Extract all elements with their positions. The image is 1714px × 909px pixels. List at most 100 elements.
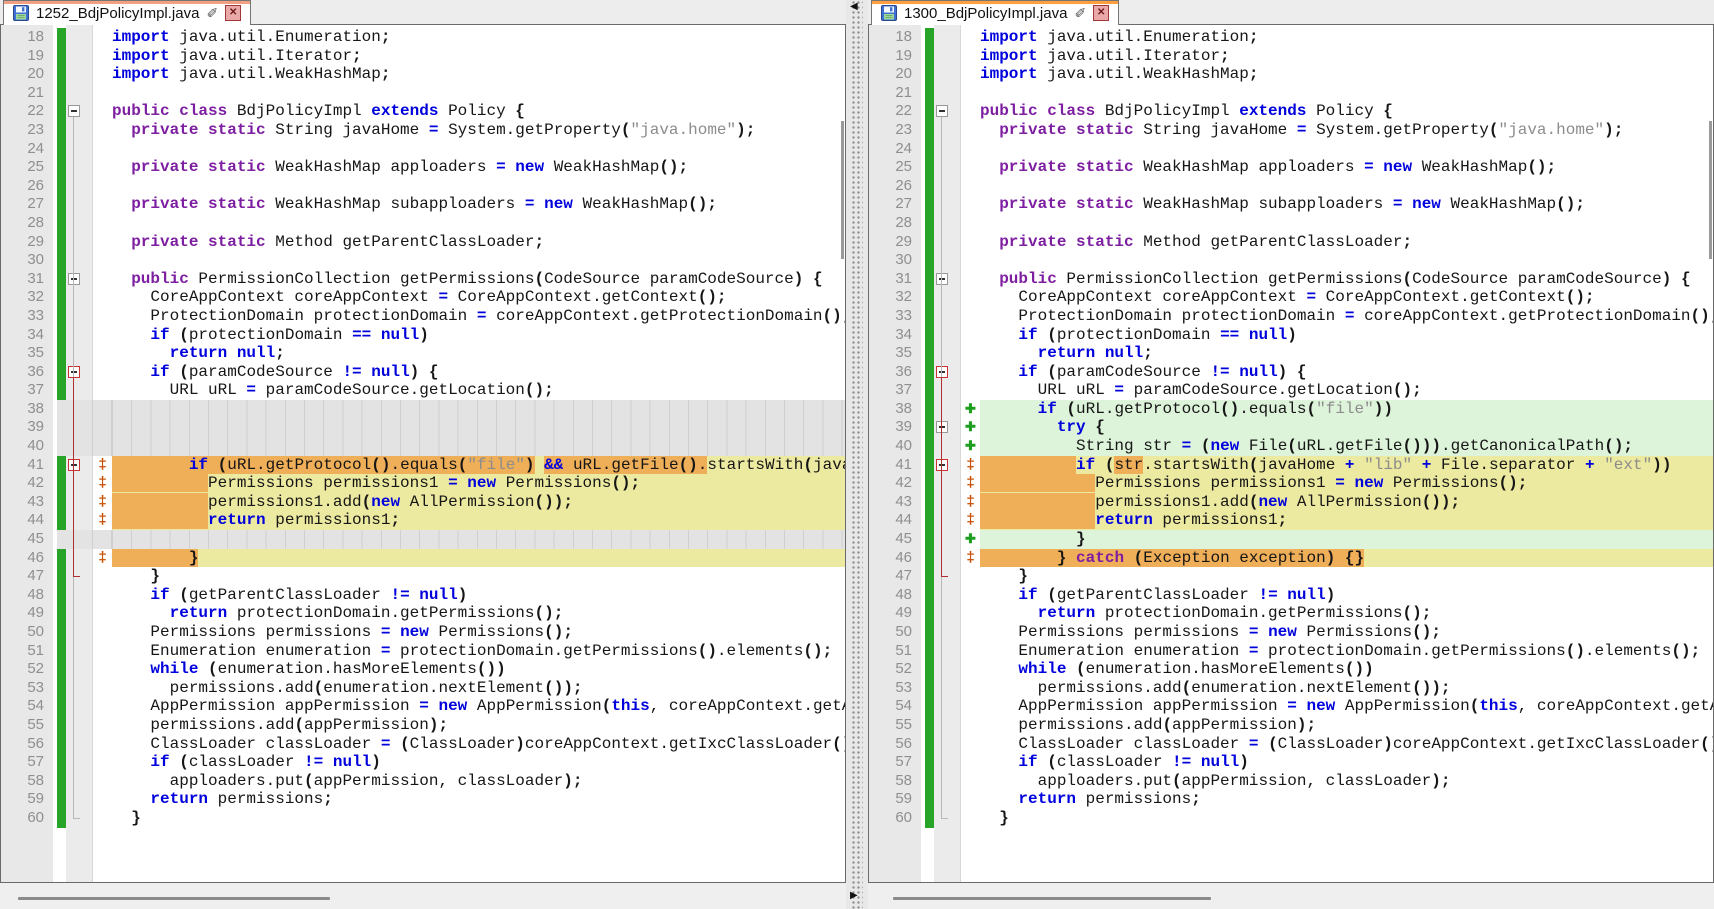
code-line[interactable]: 42‡ Permissions permissions1 = new Permi… — [869, 474, 1713, 493]
code-line[interactable]: 19import java.util.Iterator; — [1, 47, 845, 66]
code-line[interactable]: 55 permissions.add(appPermission); — [1, 716, 845, 735]
code-line[interactable]: 23 private static String javaHome = Syst… — [1, 121, 845, 140]
code-line[interactable]: 23 private static String javaHome = Syst… — [869, 121, 1713, 140]
code-line[interactable]: 32 CoreAppContext coreAppContext = CoreA… — [1, 288, 845, 307]
code-line[interactable]: 60 } — [1, 809, 845, 828]
code-line[interactable]: 54 AppPermission appPermission = new App… — [869, 697, 1713, 716]
code-line[interactable]: 55 permissions.add(appPermission); — [869, 716, 1713, 735]
horizontal-scrollbar-thumb[interactable] — [18, 897, 330, 900]
code-line[interactable]: 42‡ Permissions permissions1 = new Permi… — [1, 474, 845, 493]
code-line[interactable]: 22public class BdjPolicyImpl extends Pol… — [1, 102, 845, 121]
code-line[interactable]: 21 — [1, 84, 845, 103]
fold-toggle[interactable] — [68, 105, 80, 117]
code-line[interactable]: 33 ProtectionDomain protectionDomain = c… — [1, 307, 845, 326]
collapse-right-arrow-icon[interactable]: ▶ — [850, 891, 858, 901]
code-line[interactable]: 20import java.util.WeakHashMap; — [1, 65, 845, 84]
code-line[interactable]: 41‡ if (str.startsWith(javaHome + "lib" … — [869, 456, 1713, 475]
code-line[interactable]: 31 public PermissionCollection getPermis… — [869, 270, 1713, 289]
fold-toggle[interactable] — [936, 105, 948, 117]
code-line[interactable]: 36 if (paramCodeSource != null) { — [869, 363, 1713, 382]
code-line[interactable]: 18import java.util.Enumeration; — [1, 28, 845, 47]
code-line[interactable]: 49 return protectionDomain.getPermission… — [869, 604, 1713, 623]
code-line[interactable]: 52 while (enumeration.hasMoreElements()) — [1, 660, 845, 679]
code-line[interactable]: 24 — [869, 140, 1713, 159]
code-line[interactable]: 27 private static WeakHashMap subappload… — [1, 195, 845, 214]
code-line[interactable]: 26 — [869, 177, 1713, 196]
code-line[interactable]: 21 — [869, 84, 1713, 103]
code-line[interactable]: 46‡ } catch (Exception exception) {} — [869, 549, 1713, 568]
code-line[interactable]: 25 private static WeakHashMap apploaders… — [869, 158, 1713, 177]
code-line[interactable]: 45 — [1, 530, 845, 549]
code-line[interactable]: 40✚ String str = (new File(uRL.getFile()… — [869, 437, 1713, 456]
code-line[interactable]: 43‡ permissions1.add(new AllPermission()… — [1, 493, 845, 512]
tab-right-file[interactable]: 1300_BdjPolicyImpl.java ✐ ✕ — [871, 0, 1119, 25]
code-line[interactable]: 43‡ permissions1.add(new AllPermission()… — [869, 493, 1713, 512]
code-line[interactable]: 53 permissions.add(enumeration.nextEleme… — [869, 679, 1713, 698]
code-line[interactable]: 60 } — [869, 809, 1713, 828]
horizontal-scrollbar-thumb[interactable] — [893, 897, 1211, 900]
code-line[interactable]: 18import java.util.Enumeration; — [869, 28, 1713, 47]
code-area[interactable]: 18import java.util.Enumeration;19import … — [869, 28, 1713, 828]
pin-icon[interactable]: ✐ — [1074, 6, 1086, 20]
code-line[interactable]: 38✚ if (uRL.getProtocol().equals("file")… — [869, 400, 1713, 419]
code-line[interactable]: 59 return permissions; — [869, 790, 1713, 809]
code-line[interactable]: 34 if (protectionDomain == null) — [869, 326, 1713, 345]
code-line[interactable]: 37 URL uRL = paramCodeSource.getLocation… — [1, 381, 845, 400]
code-line[interactable]: 25 private static WeakHashMap apploaders… — [1, 158, 845, 177]
code-line[interactable]: 19import java.util.Iterator; — [869, 47, 1713, 66]
code-line[interactable]: 51 Enumeration enumeration = protectionD… — [869, 642, 1713, 661]
code-area[interactable]: 18import java.util.Enumeration;19import … — [1, 28, 845, 828]
code-line[interactable]: 35 return null; — [1, 344, 845, 363]
code-line[interactable]: 30 — [1, 251, 845, 270]
code-line[interactable]: 47 } — [1, 567, 845, 586]
code-line[interactable]: 26 — [1, 177, 845, 196]
code-line[interactable]: 41‡ if (uRL.getProtocol().equals("file")… — [1, 456, 845, 475]
code-line[interactable]: 37 URL uRL = paramCodeSource.getLocation… — [869, 381, 1713, 400]
code-line[interactable]: 46‡ } — [1, 549, 845, 568]
code-line[interactable]: 58 apploaders.put(appPermission, classLo… — [869, 772, 1713, 791]
code-line[interactable]: 50 Permissions permissions = new Permiss… — [1, 623, 845, 642]
code-line[interactable]: 31 public PermissionCollection getPermis… — [1, 270, 845, 289]
code-line[interactable]: 52 while (enumeration.hasMoreElements()) — [869, 660, 1713, 679]
code-line[interactable]: 53 permissions.add(enumeration.nextEleme… — [1, 679, 845, 698]
code-line[interactable]: 57 if (classLoader != null) — [1, 753, 845, 772]
code-line[interactable]: 40 — [1, 437, 845, 456]
pane-splitter[interactable]: ◀ ▶ — [846, 0, 868, 909]
pin-icon[interactable]: ✐ — [206, 6, 218, 20]
code-line[interactable]: 54 AppPermission appPermission = new App… — [1, 697, 845, 716]
code-line[interactable]: 22public class BdjPolicyImpl extends Pol… — [869, 102, 1713, 121]
code-line[interactable]: 20import java.util.WeakHashMap; — [869, 65, 1713, 84]
code-line[interactable]: 44‡ return permissions1; — [869, 511, 1713, 530]
code-line[interactable]: 24 — [1, 140, 845, 159]
code-line[interactable]: 32 CoreAppContext coreAppContext = CoreA… — [869, 288, 1713, 307]
close-icon[interactable]: ✕ — [1093, 5, 1109, 21]
code-line[interactable]: 51 Enumeration enumeration = protectionD… — [1, 642, 845, 661]
code-line[interactable]: 33 ProtectionDomain protectionDomain = c… — [869, 307, 1713, 326]
horizontal-scrollbar-left[interactable] — [0, 883, 846, 909]
code-line[interactable]: 56 ClassLoader classLoader = (ClassLoade… — [869, 735, 1713, 754]
code-line[interactable]: 59 return permissions; — [1, 790, 845, 809]
code-line[interactable]: 44‡ return permissions1; — [1, 511, 845, 530]
code-line[interactable]: 28 — [869, 214, 1713, 233]
code-line[interactable]: 48 if (getParentClassLoader != null) — [869, 586, 1713, 605]
code-line[interactable]: 39✚ try { — [869, 418, 1713, 437]
collapse-left-arrow-icon[interactable]: ◀ — [850, 2, 858, 12]
code-line[interactable]: 50 Permissions permissions = new Permiss… — [869, 623, 1713, 642]
vertical-scrollbar-thumb[interactable] — [841, 121, 844, 259]
code-line[interactable]: 35 return null; — [869, 344, 1713, 363]
code-line[interactable]: 58 apploaders.put(appPermission, classLo… — [1, 772, 845, 791]
code-line[interactable]: 49 return protectionDomain.getPermission… — [1, 604, 845, 623]
code-line[interactable]: 39 — [1, 418, 845, 437]
code-line[interactable]: 30 — [869, 251, 1713, 270]
code-line[interactable]: 36 if (paramCodeSource != null) { — [1, 363, 845, 382]
code-line[interactable]: 38 — [1, 400, 845, 419]
close-icon[interactable]: ✕ — [225, 5, 241, 21]
code-line[interactable]: 27 private static WeakHashMap subappload… — [869, 195, 1713, 214]
code-line[interactable]: 48 if (getParentClassLoader != null) — [1, 586, 845, 605]
code-line[interactable]: 29 private static Method getParentClassL… — [1, 233, 845, 252]
vertical-scrollbar-thumb[interactable] — [1709, 121, 1712, 259]
code-line[interactable]: 29 private static Method getParentClassL… — [869, 233, 1713, 252]
code-line[interactable]: 57 if (classLoader != null) — [869, 753, 1713, 772]
code-line[interactable]: 56 ClassLoader classLoader = (ClassLoade… — [1, 735, 845, 754]
code-line[interactable]: 28 — [1, 214, 845, 233]
